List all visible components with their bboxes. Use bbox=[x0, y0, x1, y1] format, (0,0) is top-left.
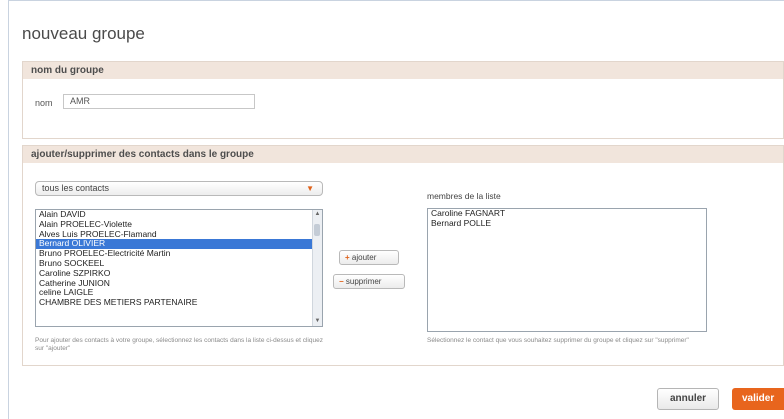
validate-button[interactable]: valider bbox=[732, 388, 784, 410]
add-contact-button[interactable]: + ajouter bbox=[339, 250, 399, 265]
dialog-title: nouveau groupe bbox=[22, 24, 145, 43]
plus-icon: + bbox=[345, 253, 350, 262]
contacts-section: ajouter/supprimer des contacts dans le g… bbox=[22, 145, 784, 366]
contact-list-item[interactable]: CHAMBRE DES METIERS PARTENAIRE bbox=[36, 297, 322, 308]
contacts-filter-value: tous les contacts bbox=[42, 183, 110, 193]
remove-contact-button[interactable]: − supprimer bbox=[333, 274, 405, 289]
contacts-heading: ajouter/supprimer des contacts dans le g… bbox=[23, 146, 783, 163]
remove-contact-label: supprimer bbox=[345, 277, 382, 286]
members-listbox[interactable]: Caroline FAGNART Bernard POLLE bbox=[427, 208, 707, 332]
remove-help-text: Sélectionnez le contact que vous souhait… bbox=[427, 337, 689, 344]
group-name-input[interactable]: AMR bbox=[63, 94, 255, 109]
name-label: nom bbox=[35, 98, 53, 108]
add-help-text: Pour ajouter des contacts à votre groupe… bbox=[35, 337, 323, 352]
chevron-down-icon: ▼ bbox=[306, 184, 314, 193]
contacts-scrollbar[interactable]: ▲ ▼ bbox=[312, 210, 322, 326]
minus-icon: − bbox=[339, 277, 344, 286]
member-list-item[interactable]: Bernard POLLE bbox=[428, 218, 706, 229]
add-contact-label: ajouter bbox=[351, 253, 377, 262]
scroll-thumb[interactable] bbox=[314, 224, 320, 236]
scroll-down-icon[interactable]: ▼ bbox=[313, 317, 322, 326]
members-label: membres de la liste bbox=[427, 191, 501, 201]
group-name-section: nom du groupe nom AMR bbox=[22, 61, 784, 139]
contacts-filter-select[interactable]: tous les contacts ▼ bbox=[35, 181, 323, 196]
group-name-heading: nom du groupe bbox=[23, 62, 783, 79]
cancel-button[interactable]: annuler bbox=[657, 388, 719, 410]
contacts-listbox[interactable]: Alain DAVID Alain PROELEC-Violette Alves L… bbox=[35, 209, 323, 327]
scroll-up-icon[interactable]: ▲ bbox=[313, 210, 322, 219]
